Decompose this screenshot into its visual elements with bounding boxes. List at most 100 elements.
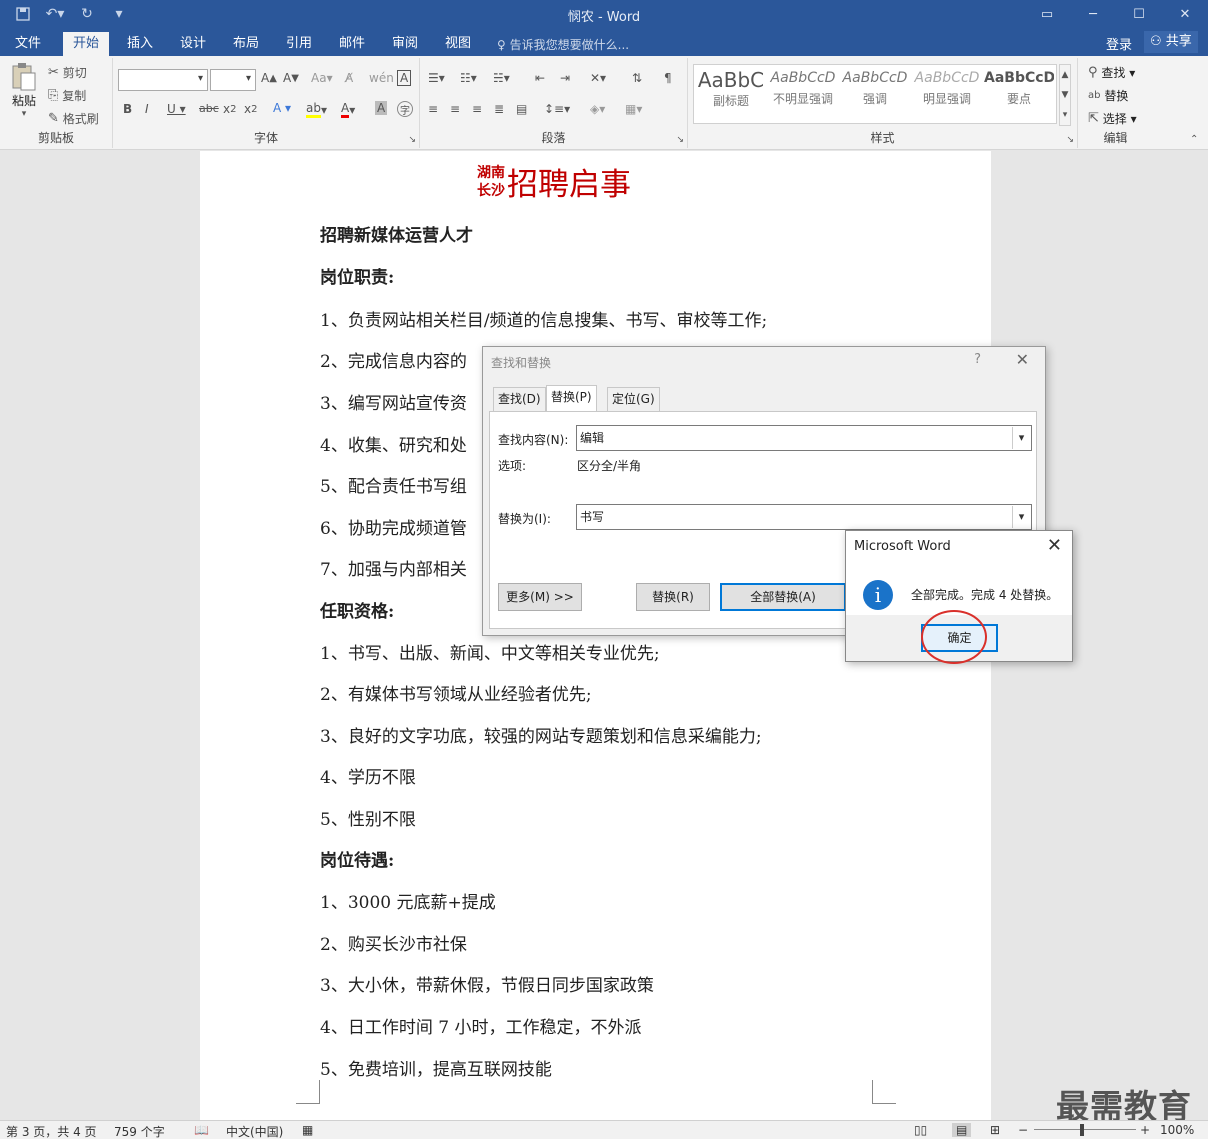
read-mode-icon[interactable]: ▯▯: [914, 1123, 927, 1137]
italic-icon[interactable]: I: [145, 102, 149, 116]
tab-design[interactable]: 设计: [170, 32, 216, 56]
close-icon[interactable]: ✕: [1162, 0, 1208, 28]
collapse-ribbon-icon[interactable]: ⌃: [1190, 134, 1198, 145]
word-count[interactable]: 759 个字: [114, 1123, 165, 1139]
style-intense-emphasis[interactable]: AaBbCcD 明显强调: [912, 66, 982, 118]
find-button[interactable]: ⚲ 查找 ▾: [1088, 64, 1135, 81]
document-line: 5、性别不限: [320, 810, 416, 830]
minimize-icon[interactable]: ─: [1070, 0, 1116, 28]
find-what-input[interactable]: 编辑 ▾: [576, 425, 1032, 451]
shrink-font-icon[interactable]: A ▼: [283, 71, 299, 85]
replace-button[interactable]: 替换(R): [636, 583, 710, 611]
align-center-icon[interactable]: ≡: [450, 102, 460, 116]
strikethrough-icon[interactable]: abc: [199, 102, 219, 115]
maximize-icon[interactable]: ☐: [1116, 0, 1162, 28]
font-dialog-launcher-icon[interactable]: ↘: [408, 135, 416, 145]
more-button[interactable]: 更多(M) >>: [498, 583, 582, 611]
chevron-down-icon[interactable]: ▾: [1012, 506, 1030, 528]
tab-view[interactable]: 视图: [435, 32, 481, 56]
tab-find[interactable]: 查找(D): [493, 387, 546, 411]
paragraph-dialog-launcher-icon[interactable]: ↘: [676, 135, 684, 145]
highlight-icon[interactable]: ab ▾: [306, 101, 327, 118]
zoom-out-icon[interactable]: −: [1018, 1123, 1028, 1137]
chinese-layout-icon[interactable]: ✕▾: [590, 71, 606, 85]
zoom-slider-thumb[interactable]: [1080, 1124, 1084, 1136]
copy-button[interactable]: ⎘ 复制: [48, 87, 86, 104]
align-right-icon[interactable]: ≡: [472, 102, 482, 116]
font-name-combo[interactable]: [118, 69, 208, 91]
chevron-down-icon[interactable]: ▾: [1012, 427, 1030, 449]
paste-button[interactable]: 粘贴 ▾: [8, 62, 40, 119]
macro-icon[interactable]: ▦: [302, 1123, 313, 1137]
replace-with-input[interactable]: 书写 ▾: [576, 504, 1032, 530]
share-button[interactable]: ⚇ 共享: [1144, 31, 1198, 53]
tab-mailings[interactable]: 邮件: [329, 32, 375, 56]
styles-scroll[interactable]: ▲ ▼ ▾: [1059, 64, 1071, 126]
tab-replace[interactable]: 替换(P): [546, 385, 597, 412]
ribbon-display-icon[interactable]: ▭: [1024, 0, 1070, 28]
char-border-icon[interactable]: A: [397, 70, 412, 86]
select-button[interactable]: ⇱ 选择 ▾: [1088, 110, 1137, 127]
replace-ribbon-button[interactable]: ab 替换: [1088, 87, 1128, 104]
text-effects-icon[interactable]: A ▾: [273, 101, 291, 115]
tab-file[interactable]: 文件: [5, 32, 51, 56]
paragraph-group-label: 段落: [541, 131, 566, 145]
line-spacing-icon[interactable]: ↕≡▾: [544, 102, 570, 116]
brush-icon: ✎: [48, 111, 59, 126]
distributed-icon[interactable]: ▤: [516, 102, 527, 116]
sort-icon[interactable]: ⇅: [632, 71, 642, 85]
help-icon[interactable]: ?: [974, 352, 981, 367]
more-icon[interactable]: ▾: [1063, 105, 1068, 125]
zoom-slider[interactable]: [1034, 1129, 1136, 1130]
font-size-combo[interactable]: [210, 69, 256, 91]
clear-format-icon[interactable]: A̸: [345, 71, 353, 85]
tab-references[interactable]: 引用: [276, 32, 322, 56]
styles-dialog-launcher-icon[interactable]: ↘: [1066, 135, 1074, 145]
multilevel-list-icon[interactable]: ☵▾: [493, 71, 510, 85]
style-emphasis[interactable]: AaBbCcD 强调: [840, 66, 910, 118]
phonetic-guide-icon[interactable]: wén: [369, 71, 394, 85]
tab-insert[interactable]: 插入: [117, 32, 163, 56]
close-icon[interactable]: ✕: [1047, 535, 1062, 556]
superscript-icon[interactable]: x2: [244, 102, 257, 116]
login-link[interactable]: 登录: [1106, 34, 1132, 53]
increase-indent-icon[interactable]: ⇥: [560, 71, 570, 85]
justify-icon[interactable]: ≣: [494, 102, 504, 116]
scroll-up-icon[interactable]: ▲: [1062, 65, 1069, 85]
tell-me-box[interactable]: ♀ 告诉我您想要做什么...: [497, 36, 629, 53]
show-marks-icon[interactable]: ¶: [664, 71, 672, 85]
bullets-icon[interactable]: ☰▾: [428, 71, 445, 85]
replace-all-button[interactable]: 全部替换(A): [720, 583, 846, 611]
zoom-in-icon[interactable]: +: [1140, 1123, 1150, 1137]
style-subtle-emphasis[interactable]: AaBbCcD 不明显强调: [768, 66, 838, 118]
change-case-icon[interactable]: Aa▾: [311, 71, 333, 85]
cut-button[interactable]: ✂ 剪切: [48, 64, 87, 81]
style-strong[interactable]: AaBbCcD 要点: [984, 66, 1054, 118]
format-painter-button[interactable]: ✎ 格式刷: [48, 110, 99, 127]
tab-home[interactable]: 开始: [63, 32, 110, 56]
page-count[interactable]: 第 3 页，共 4 页: [6, 1123, 97, 1139]
enclose-char-icon[interactable]: 字: [397, 101, 413, 117]
subscript-icon[interactable]: x2: [223, 102, 236, 116]
borders-icon[interactable]: ▦▾: [625, 102, 642, 116]
style-subtitle[interactable]: AaBbC 副标题: [696, 66, 766, 118]
proofing-icon[interactable]: 📖: [194, 1123, 209, 1137]
align-left-icon[interactable]: ≡: [428, 102, 438, 116]
language[interactable]: 中文(中国): [226, 1123, 283, 1139]
zoom-level[interactable]: 100%: [1160, 1123, 1194, 1137]
scroll-down-icon[interactable]: ▼: [1062, 85, 1069, 105]
underline-icon[interactable]: U ▾: [167, 102, 186, 116]
grow-font-icon[interactable]: A ▲: [261, 71, 277, 85]
close-icon[interactable]: ✕: [1016, 350, 1029, 369]
font-color-icon[interactable]: A ▾: [341, 101, 355, 118]
bold-icon[interactable]: B: [123, 102, 132, 116]
decrease-indent-icon[interactable]: ⇤: [535, 71, 545, 85]
char-shading-icon[interactable]: A: [375, 101, 388, 115]
web-layout-icon[interactable]: ⊞: [990, 1123, 1000, 1137]
tab-layout[interactable]: 布局: [223, 32, 269, 56]
shading-icon[interactable]: ◈▾: [590, 102, 605, 116]
tab-review[interactable]: 审阅: [382, 32, 428, 56]
tab-goto[interactable]: 定位(G): [607, 387, 660, 411]
numbering-icon[interactable]: ☷▾: [460, 71, 477, 85]
print-layout-icon[interactable]: ▤: [952, 1123, 972, 1137]
